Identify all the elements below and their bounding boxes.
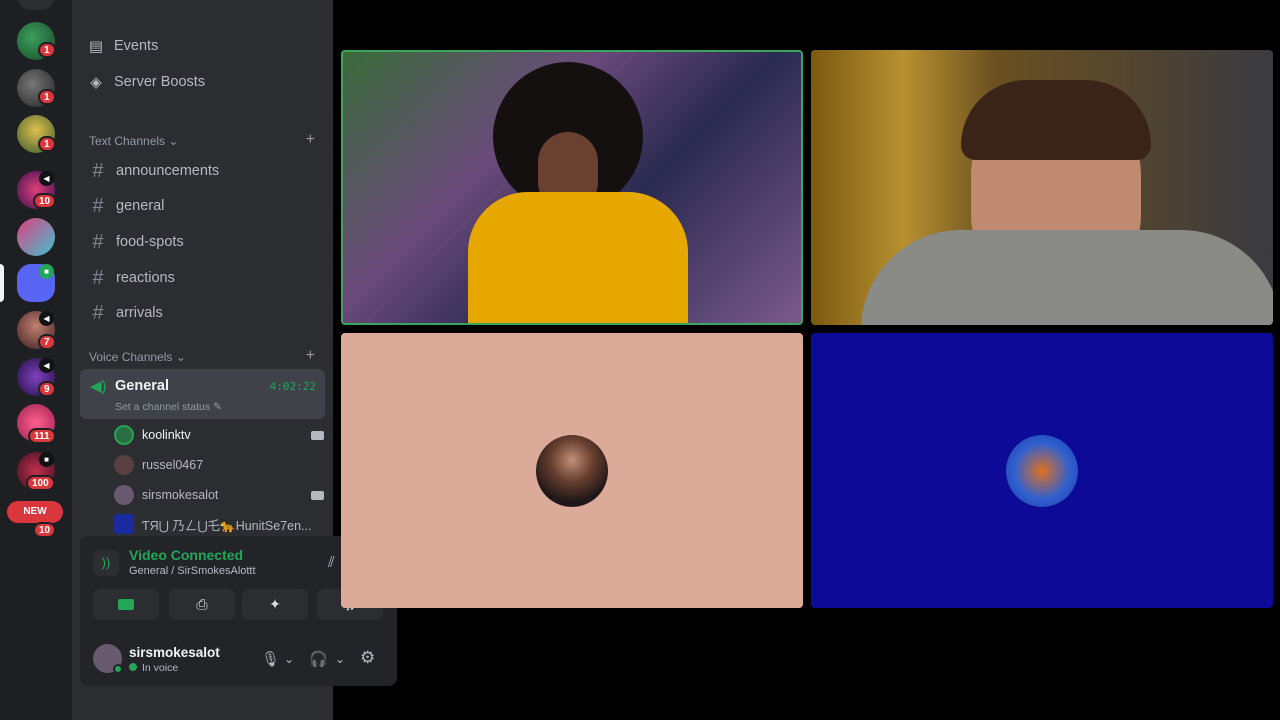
activities-button[interactable]: ✦ xyxy=(242,589,308,620)
voice-user-name: russel0467 xyxy=(142,458,204,472)
unread-badge: 1 xyxy=(38,89,56,105)
video-feed xyxy=(961,80,1151,160)
chevron-down-icon: ⌄ xyxy=(175,350,186,364)
category-label: Text Channels xyxy=(89,134,166,148)
unread-badge: 1 xyxy=(38,136,56,152)
channel-food-spots[interactable]: # food-spots xyxy=(88,226,184,258)
connection-channel[interactable]: General / SirSmokesAlottt xyxy=(129,565,256,577)
unread-badge: 10 xyxy=(33,522,57,538)
unread-badge: 7 xyxy=(38,334,56,350)
voice-channel-label: General xyxy=(115,378,169,394)
channel-announcements[interactable]: # announcements xyxy=(88,155,219,187)
server-rail: 1 1 1 ◀ 10 ■ ◀ 7 ◀ 9 111 ■ 100 NEW 10 xyxy=(0,0,72,720)
voice-user-russel0467[interactable]: russel0467 xyxy=(114,451,324,479)
voice-user-name: koolinktv xyxy=(142,428,191,442)
active-server-indicator xyxy=(0,264,4,302)
camera-icon xyxy=(118,599,134,610)
chevron-down-icon[interactable]: ⌄ xyxy=(284,652,294,666)
category-label: Voice Channels xyxy=(89,350,173,364)
channel-label: reactions xyxy=(116,270,175,286)
hash-icon: # xyxy=(92,301,104,324)
speaker-icon: ◀ xyxy=(39,311,54,326)
pencil-icon: ✎ xyxy=(213,401,222,413)
calendar-icon: ▤ xyxy=(88,38,104,55)
boost-icon: ◈ xyxy=(90,74,102,91)
nav-events[interactable]: ▤ Events xyxy=(88,31,158,61)
hash-icon: # xyxy=(92,194,104,217)
camera-icon xyxy=(311,430,324,440)
new-badge[interactable]: NEW xyxy=(7,501,63,523)
call-timer: 4:02:22 xyxy=(269,380,316,393)
category-text-channels[interactable]: Text Channels ⌄ xyxy=(89,134,178,148)
speaker-icon: ◀ xyxy=(39,358,54,373)
screen-share-button[interactable]: ⎙ xyxy=(169,589,235,620)
video-tile-russel0467[interactable] xyxy=(341,333,803,608)
avatar xyxy=(1006,434,1078,507)
speaker-icon: ◀) xyxy=(90,378,107,395)
channel-general[interactable]: # general xyxy=(88,190,164,222)
speaker-icon xyxy=(129,663,137,671)
avatar xyxy=(114,485,134,505)
video-tile-trublue[interactable] xyxy=(811,333,1273,608)
channel-label: general xyxy=(116,198,165,214)
voice-user-sirsmokesalot[interactable]: sirsmokesalot xyxy=(114,481,324,509)
screen-share-icon: ⎙ xyxy=(196,596,208,612)
avatar xyxy=(114,455,134,475)
video-tile-second-user[interactable] xyxy=(811,50,1273,325)
channel-sidebar: ▤ Events ◈ Server Boosts Text Channels ⌄… xyxy=(72,0,397,720)
server-icon-top[interactable] xyxy=(18,0,54,10)
server-icon[interactable] xyxy=(17,218,55,256)
signal-icon: )) xyxy=(93,550,119,576)
headphones-icon[interactable]: 🎧 xyxy=(309,650,328,668)
video-icon: ■ xyxy=(39,452,54,467)
nav-label: Events xyxy=(114,38,159,54)
voice-user-trublue[interactable]: ƬЯ⋃ 乃ㄥ⋃乇🐆HunitSe7en... xyxy=(114,510,324,538)
status-label: Set a channel status xyxy=(115,401,211,413)
chevron-down-icon: ⌄ xyxy=(168,134,179,148)
current-username[interactable]: sirsmokesalot xyxy=(129,645,220,660)
video-icon: ■ xyxy=(39,264,54,279)
unread-badge: 100 xyxy=(26,475,55,491)
speaker-icon: ◀ xyxy=(39,171,54,186)
avatar xyxy=(536,434,608,507)
avatar xyxy=(114,425,134,445)
connection-status[interactable]: Video Connected xyxy=(129,547,243,563)
add-channel-icon[interactable]: + xyxy=(306,347,315,365)
microphone-icon[interactable]: 🎙 xyxy=(261,650,280,668)
channel-arrivals[interactable]: # arrivals xyxy=(88,297,163,329)
category-voice-channels[interactable]: Voice Channels ⌄ xyxy=(89,350,186,364)
channel-reactions[interactable]: # reactions xyxy=(88,262,175,294)
noise-suppression-icon[interactable]: ⫽ xyxy=(328,554,335,571)
gear-icon[interactable]: ⚙ xyxy=(360,648,375,668)
unread-badge: 111 xyxy=(28,428,56,444)
online-status-icon xyxy=(113,664,123,674)
user-status: In voice xyxy=(142,662,179,674)
unread-badge: 1 xyxy=(38,42,56,58)
chevron-down-icon[interactable]: ⌄ xyxy=(335,652,345,666)
unread-badge: 9 xyxy=(38,381,56,397)
hash-icon: # xyxy=(92,230,104,253)
hash-icon: # xyxy=(92,159,104,182)
hash-icon: # xyxy=(92,266,104,289)
camera-button[interactable] xyxy=(93,589,159,620)
voice-user-koolinktv[interactable]: koolinktv xyxy=(114,421,324,449)
add-channel-icon[interactable]: + xyxy=(306,131,315,149)
video-feed xyxy=(468,192,688,323)
channel-label: arrivals xyxy=(116,305,163,321)
nav-server-boosts[interactable]: ◈ Server Boosts xyxy=(88,67,205,97)
voice-channel-general[interactable]: ◀) General 4:02:22 Set a channel status … xyxy=(80,369,325,419)
nav-label: Server Boosts xyxy=(114,74,206,90)
channel-label: food-spots xyxy=(116,234,184,250)
avatar xyxy=(114,514,134,534)
channel-label: announcements xyxy=(116,163,220,179)
video-tile-koolinktv[interactable] xyxy=(341,50,803,325)
voice-user-name: ƬЯ⋃ 乃ㄥ⋃乇🐆HunitSe7en... xyxy=(142,518,312,533)
activities-icon: ✦ xyxy=(269,596,281,612)
unread-badge: 10 xyxy=(33,193,57,209)
channel-status[interactable]: Set a channel status ✎ xyxy=(115,401,222,413)
video-feed xyxy=(861,230,1273,325)
camera-icon xyxy=(311,490,324,500)
voice-user-name: sirsmokesalot xyxy=(142,488,219,502)
